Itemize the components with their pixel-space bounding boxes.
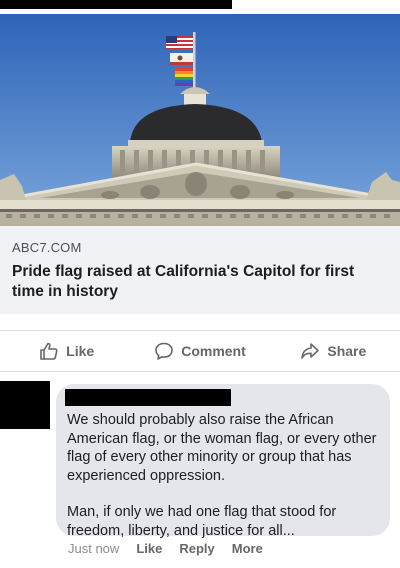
speech-bubble-icon <box>155 342 174 360</box>
comment-label: Comment <box>181 343 246 359</box>
comment-button[interactable]: Comment <box>133 331 266 371</box>
link-domain: ABC7.COM <box>12 240 82 255</box>
link-preview-image[interactable] <box>0 14 400 226</box>
comment-paragraph: We should probably also raise the Africa… <box>67 412 377 484</box>
like-button[interactable]: Like <box>0 331 133 371</box>
comment-body: We should probably also raise the Africa… <box>67 411 380 540</box>
comment-paragraph: Man, if only we had one flag that stood … <box>67 504 337 539</box>
post-action-bar: Like Comment Share <box>0 330 400 372</box>
share-label: Share <box>327 343 367 359</box>
link-preview-meta[interactable]: ABC7.COM Pride flag raised at California… <box>12 240 388 302</box>
comment-reply-link[interactable]: Reply <box>179 541 214 556</box>
comment-more-link[interactable]: More <box>232 541 263 556</box>
link-preview-card[interactable]: ABC7.COM Pride flag raised at California… <box>0 14 400 314</box>
comment-bubble[interactable]: We should probably also raise the Africa… <box>56 384 390 539</box>
comment-actions: Just now Like Reply More <box>68 541 263 556</box>
like-label: Like <box>66 343 95 359</box>
capitol-dome-photo <box>0 14 400 226</box>
redacted-header-bar <box>0 0 232 9</box>
share-arrow-icon <box>301 343 320 359</box>
comment-timestamp[interactable]: Just now <box>68 541 119 556</box>
link-title[interactable]: Pride flag raised at California's Capito… <box>12 262 388 302</box>
avatar[interactable] <box>0 381 50 429</box>
comment-like-link[interactable]: Like <box>136 541 162 556</box>
commenter-name[interactable] <box>65 389 231 406</box>
share-button[interactable]: Share <box>267 331 400 371</box>
thumbs-up-icon <box>40 342 58 360</box>
